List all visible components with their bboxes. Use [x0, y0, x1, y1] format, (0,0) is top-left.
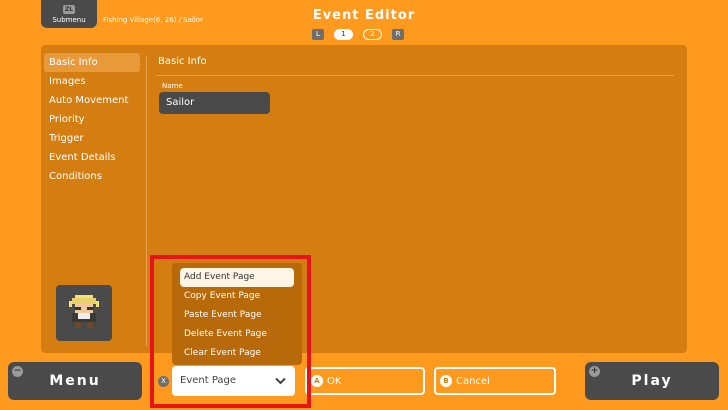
name-label: Name: [162, 82, 183, 90]
menu-button[interactable]: − Menu: [8, 362, 142, 400]
a-key-icon: A: [311, 375, 323, 387]
minus-key-icon: −: [12, 366, 23, 377]
sidebar-divider: [146, 56, 147, 346]
cancel-button[interactable]: B Cancel: [434, 367, 556, 395]
sidebar-item-auto-movement[interactable]: Auto Movement: [44, 91, 140, 110]
sidebar-item-basic-info[interactable]: Basic Info: [44, 53, 140, 72]
play-button[interactable]: + Play: [585, 362, 719, 400]
sidebar-item-images[interactable]: Images: [44, 72, 140, 91]
play-button-label: Play: [631, 373, 673, 389]
sidebar-item-trigger[interactable]: Trigger: [44, 129, 140, 148]
sidebar-item-priority[interactable]: Priority: [44, 110, 140, 129]
event-image-button[interactable]: [56, 285, 112, 341]
section-title: Basic Info: [158, 56, 207, 67]
sailor-sprite-icon: [69, 295, 99, 328]
sidebar-item-event-details[interactable]: Event Details: [44, 148, 140, 167]
page-tab-2[interactable]: 2: [363, 29, 382, 40]
name-field[interactable]: Sailor: [159, 92, 270, 114]
menu-button-label: Menu: [49, 373, 101, 389]
page-tab-1[interactable]: 1: [334, 29, 353, 40]
page-title: Event Editor: [312, 8, 416, 23]
plus-key-icon: +: [589, 366, 600, 377]
highlight-box: [150, 255, 311, 408]
l-key-icon[interactable]: L: [312, 29, 324, 40]
b-key-icon: B: [440, 375, 452, 387]
ok-button[interactable]: A OK: [305, 367, 425, 395]
page-selector: L 1 2 R: [312, 29, 404, 40]
cancel-button-label: Cancel: [456, 375, 490, 387]
section-divider: [156, 75, 674, 76]
sidebar-item-conditions[interactable]: Conditions: [44, 167, 140, 186]
r-key-icon[interactable]: R: [392, 29, 404, 40]
ok-button-label: OK: [327, 375, 342, 387]
